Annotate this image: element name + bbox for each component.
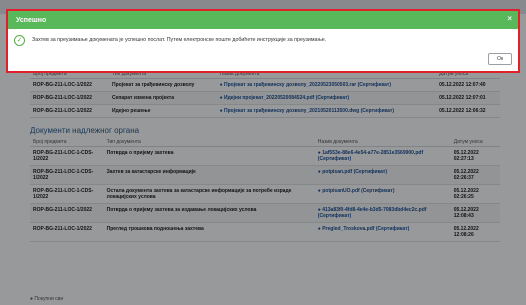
document-link[interactable]: ● potpisan.pdf (Сертификат) [314,165,451,185]
column-header: Датум уноса [450,138,500,147]
case-number: ROP-BG-211-LOC-1-CDS-1/2022 [30,165,104,185]
document-link[interactable]: ● Пројекат за грађевинску дозволу_202205… [216,78,437,92]
download-all-link[interactable]: ● Покупни сви [30,296,63,302]
document-type: Потврда о пријему захтева за издавање ло… [103,203,315,223]
table-row: ROP-BG-211-LOC-1-CDS-1/2022 Захтев за ка… [30,165,500,185]
entry-date: 05.12.2022 12:07:40 [436,78,500,92]
document-link[interactable]: ● potpisanUO.pdf (Сертификат) [314,184,451,204]
entry-date: 05.12.2022 12:06:32 [436,104,500,118]
table-row: ROP-BG-211-LOC-1/2022 Сепарат измена про… [30,91,500,105]
case-number: ROP-BG-211-LOC-1/2022 [30,78,109,92]
case-number: ROP-BG-211-LOC-1/2022 [30,203,104,223]
applicant-documents-table: Број предмета Тип документа Назив докуме… [30,70,500,118]
document-type: Потврда о пријему захтева [103,146,315,166]
document-link[interactable]: ● 413a83f0-4fd8-4e4e-b3d5-7083dbd4ec2c.p… [314,203,451,223]
table-row: ROP-BG-211-LOC-1/2022 Преглед трошкова п… [30,222,500,242]
entry-date: 05.12.2022 12:07:01 [436,91,500,105]
ok-button[interactable]: Ок [488,53,512,65]
document-link[interactable]: ● 1af553e-88e6-4e54-a77e-2851e3569900.pd… [314,146,451,166]
dialog-body: ✓ Захтев за преузимање докумената је усп… [8,29,518,71]
documents-content: Број предмета Тип документа Назив докуме… [30,70,500,242]
table-row: ROP-BG-211-LOC-1/2022 Потврда о пријему … [30,203,500,223]
entry-date: 05.12.2022 12:08:26 [450,222,500,242]
document-type: Сепарат измена пројекта [108,91,217,105]
dialog-message: Захтев за преузимање докумената је успеш… [32,37,327,43]
entry-date: 05.12.2022 02:26:25 [450,184,500,204]
column-header: Број предмета [30,138,104,147]
table-row: ROP-BG-211-LOC-1/2022 Пројекат за грађев… [30,78,500,92]
document-link[interactable]: ● Пројекат за грађевинску дозволу_202105… [216,104,437,118]
document-type: Остала документа захтева за катастарске … [103,184,315,204]
check-circle-icon: ✓ [14,35,25,46]
section-title-authority-documents: Документи надлежног органа [30,126,140,135]
document-type: Захтев за катастарске информације [103,165,315,185]
table-row: ROP-BG-211-LOC-1-CDS-1/2022 Потврда о пр… [30,146,500,166]
entry-date: 05.12.2022 12:08:43 [450,203,500,223]
document-type: Преглед трошкова подношења захтева [103,222,315,242]
column-header: Тип документа [103,138,315,147]
table-row: ROP-BG-211-LOC-1/2022 Идејно решење ● Пр… [30,104,500,118]
document-link[interactable]: ● Идејни пројекат_20220520084524.pdf (Се… [216,91,437,105]
case-number: ROP-BG-211-LOC-1/2022 [30,222,104,242]
column-header: Назив документа [314,138,451,147]
close-icon[interactable]: × [507,14,512,23]
case-number: ROP-BG-211-LOC-1-CDS-1/2022 [30,146,104,166]
authority-documents-table: Број предмета Тип документа Назив докуме… [30,138,500,242]
case-number: ROP-BG-211-LOC-1/2022 [30,91,109,105]
table-header-row: Број предмета Тип документа Назив докуме… [30,138,500,147]
document-type: Идејно решење [108,104,217,118]
dialog-header: Успешно × [8,11,518,29]
dialog-title: Успешно [16,16,47,24]
success-dialog: Успешно × ✓ Захтев за преузимање докумен… [6,9,520,73]
table-row: ROP-BG-211-LOC-1-CDS-1/2022 Остала докум… [30,184,500,204]
case-number: ROP-BG-211-LOC-1-CDS-1/2022 [30,184,104,204]
document-link[interactable]: ● Pregled_Troskova.pdf (Сертификат) [314,222,451,242]
entry-date: 05.12.2022 02:27:13 [450,146,500,166]
document-type: Пројекат за грађевинску дозволу [108,78,217,92]
entry-date: 05.12.2022 02:26:37 [450,165,500,185]
case-number: ROP-BG-211-LOC-1/2022 [30,104,109,118]
